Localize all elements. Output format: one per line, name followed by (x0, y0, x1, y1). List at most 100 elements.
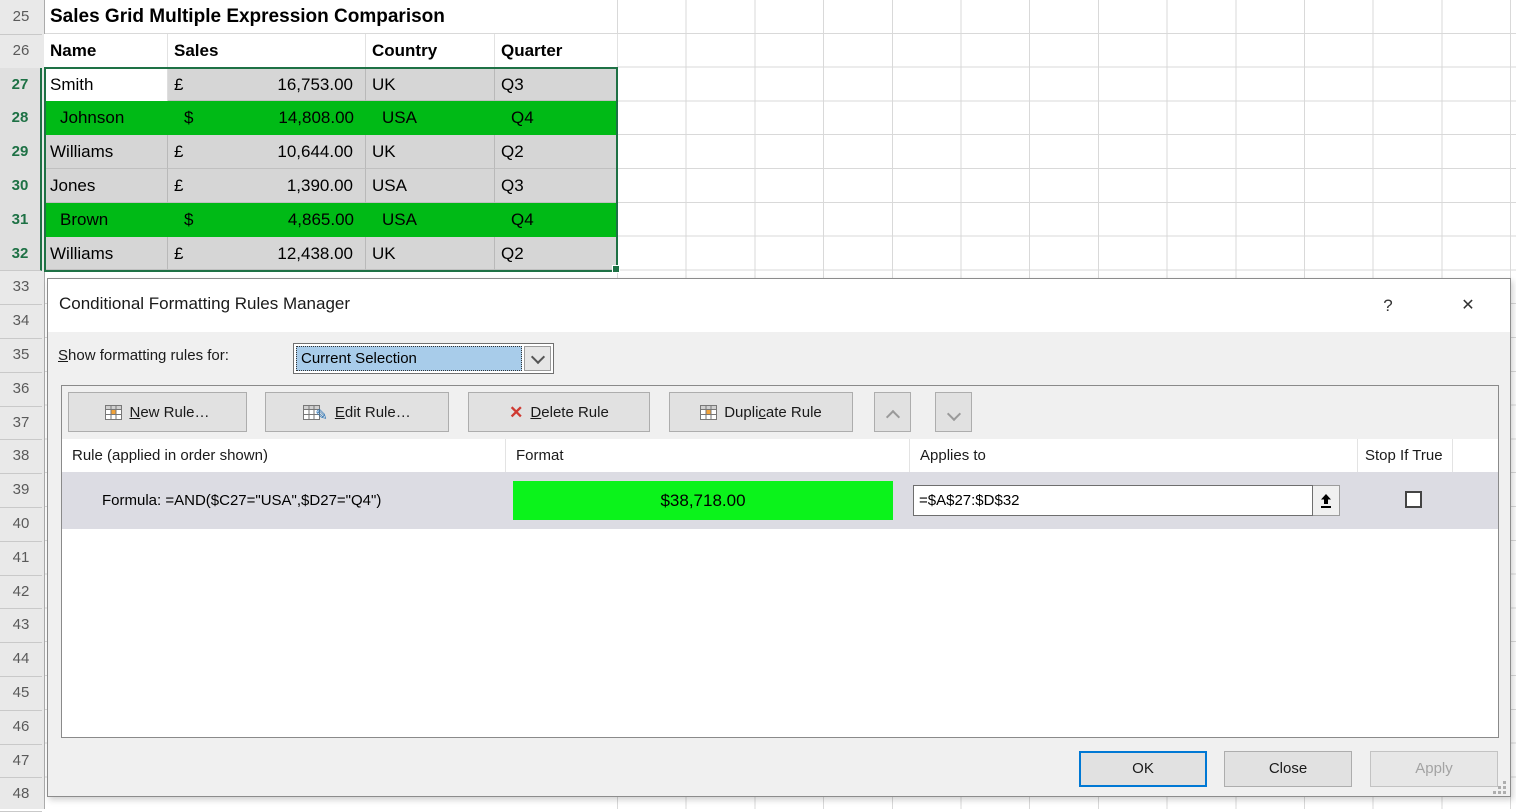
duplicate-rule-label: Duplicate Rule (724, 404, 822, 421)
cell-c30[interactable]: USA (366, 169, 495, 203)
chevron-down-icon (949, 407, 959, 417)
dialog-title: Conditional Formatting Rules Manager (59, 294, 350, 314)
cell-a30[interactable]: Jones (44, 169, 168, 203)
row-header-39[interactable]: 39 (0, 473, 42, 508)
delete-rule-button[interactable]: ✕ Delete Rule (468, 392, 650, 432)
row-header-27[interactable]: 27 (0, 68, 42, 103)
cell-b29[interactable]: £10,644.00 (168, 135, 366, 169)
row-header-34[interactable]: 34 (0, 304, 42, 339)
close-icon[interactable]: ✕ (1454, 292, 1482, 320)
help-icon[interactable]: ? (1374, 292, 1402, 320)
cell-c31[interactable]: USA (366, 203, 495, 237)
show-rules-dropdown-value: Current Selection (296, 346, 522, 371)
rules-list-header: Rule (applied in order shown) Format App… (62, 439, 1498, 472)
cell-a29[interactable]: Williams (44, 135, 168, 169)
collapse-dialog-button[interactable] (1313, 485, 1340, 516)
rules-toolbar: New Rule… ✎ Edit Rule… ✕ Delete Rule Dup… (62, 386, 1498, 439)
row-header-45[interactable]: 45 (0, 676, 42, 711)
row-header-40[interactable]: 40 (0, 507, 42, 542)
show-rules-dropdown[interactable]: Current Selection (293, 343, 554, 374)
cell-a32[interactable]: Williams (44, 237, 168, 271)
table-icon (105, 405, 122, 420)
cell-a31[interactable]: Brown (44, 203, 168, 237)
stop-if-true-checkbox[interactable] (1405, 491, 1422, 508)
new-rule-button[interactable]: New Rule… (68, 392, 247, 432)
dropdown-arrow-button[interactable] (524, 346, 551, 371)
cell-b30[interactable]: £1,390.00 (168, 169, 366, 203)
column-header-quarter[interactable]: Quarter (495, 34, 618, 68)
edit-rule-label: Edit Rule… (335, 404, 411, 421)
cell-b27[interactable]: £16,753.00 (168, 68, 366, 102)
row-header-26[interactable]: 26 (0, 34, 42, 69)
move-rule-up-button[interactable] (874, 392, 911, 432)
resize-grip[interactable] (1492, 781, 1506, 794)
cell-d32[interactable]: Q2 (495, 237, 618, 271)
cell-d29[interactable]: Q2 (495, 135, 618, 169)
row-header-46[interactable]: 46 (0, 710, 42, 745)
row-header-38[interactable]: 38 (0, 439, 42, 474)
cell-d30[interactable]: Q3 (495, 169, 618, 203)
row-header-31[interactable]: 31 (0, 203, 42, 238)
row-header-33[interactable]: 33 (0, 270, 42, 305)
pencil-icon: ✎ (315, 406, 328, 424)
row-header-37[interactable]: 37 (0, 406, 42, 441)
rule-row[interactable]: Formula: =AND($C27="USA",$D27="Q4") $38,… (62, 472, 1498, 529)
duplicate-rule-button[interactable]: Duplicate Rule (669, 392, 853, 432)
show-rules-label-rest: how formatting rules for: (68, 347, 229, 364)
move-rule-down-button[interactable] (935, 392, 972, 432)
selection-fill-handle[interactable] (612, 265, 620, 273)
delete-rule-label: Delete Rule (530, 404, 608, 421)
row-header-47[interactable]: 47 (0, 744, 42, 779)
cell-a28[interactable]: Johnson (44, 101, 168, 135)
rule-format-preview: $38,718.00 (513, 481, 893, 520)
row-header-column: 2526272829303132333435363738394041424344… (0, 0, 45, 809)
rules-list-panel: New Rule… ✎ Edit Rule… ✕ Delete Rule Dup… (61, 385, 1499, 738)
dialog-titlebar[interactable]: Conditional Formatting Rules Manager ? ✕ (48, 279, 1510, 332)
cell-d31[interactable]: Q4 (495, 203, 618, 237)
cell-d27[interactable]: Q3 (495, 68, 618, 102)
ok-button[interactable]: OK (1079, 751, 1207, 787)
cell-d28[interactable]: Q4 (495, 101, 618, 135)
header-stop-if-true: Stop If True (1357, 439, 1452, 472)
column-header-name[interactable]: Name (44, 34, 168, 68)
cell-a27[interactable]: Smith (44, 68, 168, 102)
row-header-42[interactable]: 42 (0, 575, 42, 610)
range-select-arrow-icon (1319, 493, 1333, 509)
cell-b32[interactable]: £12,438.00 (168, 237, 366, 271)
table-icon (700, 405, 717, 420)
row-header-36[interactable]: 36 (0, 372, 42, 407)
applies-to-input[interactable] (913, 485, 1313, 516)
row-header-29[interactable]: 29 (0, 135, 42, 170)
header-format: Format (505, 439, 909, 472)
rule-description: Formula: =AND($C27="USA",$D27="Q4") (102, 472, 381, 529)
row-header-30[interactable]: 30 (0, 169, 42, 204)
header-applies-to: Applies to (909, 439, 1357, 472)
row-header-41[interactable]: 41 (0, 541, 42, 576)
row-header-43[interactable]: 43 (0, 608, 42, 643)
cf-rules-manager-dialog: Conditional Formatting Rules Manager ? ✕… (47, 278, 1511, 797)
cell-c32[interactable]: UK (366, 237, 495, 271)
row-header-48[interactable]: 48 (0, 777, 42, 812)
cell-b31[interactable]: $4,865.00 (168, 203, 366, 237)
chevron-down-icon (530, 349, 544, 363)
row-header-32[interactable]: 32 (0, 237, 42, 272)
chevron-up-icon (888, 407, 898, 417)
column-header-sales[interactable]: Sales (168, 34, 366, 68)
row-header-44[interactable]: 44 (0, 642, 42, 677)
show-rules-label: Show formatting rules for: (58, 347, 229, 364)
cell-c27[interactable]: UK (366, 68, 495, 102)
row-header-25[interactable]: 25 (0, 0, 42, 35)
cell-b28[interactable]: $14,808.00 (168, 101, 366, 135)
header-rule: Rule (applied in order shown) (62, 439, 505, 472)
sheet-title: Sales Grid Multiple Expression Compariso… (50, 0, 445, 34)
row-header-28[interactable]: 28 (0, 101, 42, 136)
cell-c28[interactable]: USA (366, 101, 495, 135)
row-header-35[interactable]: 35 (0, 338, 42, 373)
column-header-country[interactable]: Country (366, 34, 495, 68)
cell-c29[interactable]: UK (366, 135, 495, 169)
close-button[interactable]: Close (1224, 751, 1352, 787)
edit-rule-button[interactable]: ✎ Edit Rule… (265, 392, 449, 432)
new-rule-label: New Rule… (129, 404, 209, 421)
apply-button[interactable]: Apply (1370, 751, 1498, 787)
red-x-icon: ✕ (509, 404, 523, 421)
